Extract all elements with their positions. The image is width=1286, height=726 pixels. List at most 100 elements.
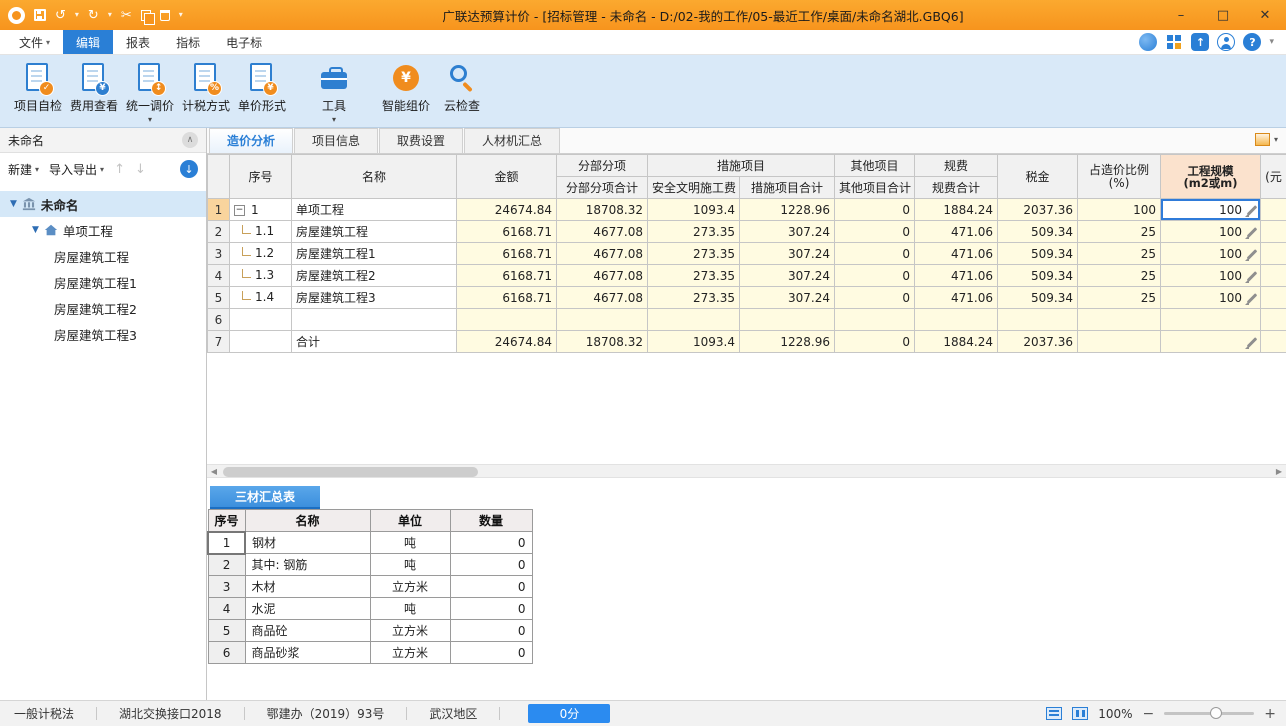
- cut-icon[interactable]: ✂: [121, 9, 132, 22]
- list-view-icon[interactable]: [1046, 707, 1063, 720]
- move-down-icon[interactable]: ↓: [135, 162, 146, 177]
- material-unit-cell[interactable]: 吨: [369, 553, 451, 576]
- tax-cell[interactable]: [997, 308, 1079, 331]
- csxm-total-cell[interactable]: 307.24: [738, 220, 836, 243]
- toolbar-button-unified-price-adjust[interactable]: ↕ 统一调价 ▾: [122, 62, 178, 124]
- fbfx-total-cell[interactable]: 4677.08: [556, 242, 648, 265]
- fbfx-total-cell[interactable]: 4677.08: [556, 220, 648, 243]
- cost-table-row[interactable]: 4 −1.3 房屋建筑工程2 6168.71 4677.08 273.35 30…: [207, 264, 1286, 287]
- seq-cell[interactable]: −: [229, 308, 292, 331]
- expand-all-button[interactable]: ↓: [180, 160, 198, 178]
- zoom-in-icon[interactable]: +: [1264, 706, 1276, 722]
- scale-cell[interactable]: 100: [1160, 198, 1262, 221]
- edit-pencil-icon[interactable]: [1245, 337, 1257, 349]
- tree-node[interactable]: 房屋建筑工程1: [0, 269, 206, 295]
- move-up-icon[interactable]: ↑: [114, 162, 125, 177]
- mat-col-name[interactable]: 名称: [244, 509, 371, 532]
- edit-pencil-icon[interactable]: [1245, 293, 1257, 305]
- scale-cell[interactable]: 100: [1160, 242, 1262, 265]
- maximize-button[interactable]: □: [1202, 0, 1244, 30]
- tax-cell[interactable]: 509.34: [997, 220, 1079, 243]
- csxm-total-cell[interactable]: [738, 308, 836, 331]
- row-number-cell[interactable]: 5: [207, 286, 230, 309]
- material-name-cell[interactable]: 水泥: [244, 597, 371, 620]
- new-button[interactable]: 新建 ▾: [8, 161, 39, 178]
- row-number-cell[interactable]: 6: [207, 308, 230, 331]
- tree-node[interactable]: 房屋建筑工程: [0, 243, 206, 269]
- material-qty-cell[interactable]: 0: [449, 597, 533, 620]
- cost-table-row[interactable]: 7 − 合计 24674.84 18708.32 1093.4 1228.96 …: [207, 330, 1286, 353]
- view-settings-caret-icon[interactable]: ▾: [1274, 135, 1278, 144]
- gf-total-cell[interactable]: 471.06: [914, 286, 999, 309]
- material-row-number[interactable]: 5: [207, 619, 246, 642]
- col-header-fbfx-total[interactable]: 分部分项合计: [556, 176, 648, 199]
- seq-cell[interactable]: −1.1: [229, 220, 292, 243]
- csxm-total-cell[interactable]: 307.24: [738, 264, 836, 287]
- col-header-scale[interactable]: 工程规模 (m2或m): [1160, 154, 1262, 199]
- qtxm-total-cell[interactable]: 0: [834, 220, 916, 243]
- gf-total-cell[interactable]: 471.06: [914, 264, 999, 287]
- material-name-cell[interactable]: 木材: [244, 575, 371, 598]
- seq-cell[interactable]: −1.3: [229, 264, 292, 287]
- ratio-cell[interactable]: [1077, 308, 1162, 331]
- toolbar-button-cost-view[interactable]: ¥ 费用查看: [66, 62, 122, 114]
- scale-cell[interactable]: [1160, 330, 1262, 353]
- toolbar-button-tools[interactable]: 工具 ▾: [306, 62, 362, 124]
- col-header-amount[interactable]: 金额: [456, 154, 557, 199]
- material-row-number[interactable]: 3: [207, 575, 246, 598]
- aqwm-fee-cell[interactable]: 273.35: [647, 242, 740, 265]
- aqwm-fee-cell[interactable]: 273.35: [647, 264, 740, 287]
- seq-cell[interactable]: −1.2: [229, 242, 292, 265]
- col-group-gf[interactable]: 规费: [914, 154, 999, 177]
- zoom-slider[interactable]: [1164, 707, 1255, 719]
- amount-cell[interactable]: 6168.71: [456, 242, 557, 265]
- save-icon[interactable]: [34, 9, 46, 21]
- material-row[interactable]: 5 商品砼 立方米 0: [207, 619, 533, 642]
- qtxm-total-cell[interactable]: 0: [834, 198, 916, 221]
- undo-dropdown-icon[interactable]: ▾: [75, 11, 79, 19]
- split-view-icon[interactable]: [1072, 707, 1089, 720]
- csxm-total-cell[interactable]: 307.24: [738, 286, 836, 309]
- tab-labor-material-summary[interactable]: 人材机汇总: [464, 128, 561, 153]
- expand-arrow-icon[interactable]: ▼: [32, 225, 39, 235]
- undo-icon[interactable]: ↺: [55, 9, 66, 22]
- scrollbar-thumb[interactable]: [223, 466, 478, 477]
- tab-cost-analysis[interactable]: 造价分析: [209, 128, 294, 153]
- material-qty-cell[interactable]: 0: [449, 641, 533, 664]
- view-settings-icon[interactable]: [1254, 133, 1270, 146]
- aqwm-fee-cell[interactable]: 273.35: [647, 220, 740, 243]
- qtxm-total-cell[interactable]: 0: [834, 286, 916, 309]
- col-group-csxm[interactable]: 措施项目: [646, 154, 836, 177]
- qtxm-total-cell[interactable]: 0: [834, 330, 916, 353]
- material-unit-cell[interactable]: 吨: [369, 597, 451, 620]
- row-number-cell[interactable]: 3: [207, 242, 230, 265]
- col-header-name[interactable]: 名称: [291, 154, 457, 199]
- tax-cell[interactable]: 509.34: [997, 242, 1079, 265]
- amount-cell[interactable]: 24674.84: [456, 330, 557, 353]
- amount-cell[interactable]: [456, 308, 557, 331]
- col-header-csxm-total[interactable]: 措施项目合计: [738, 176, 836, 199]
- edit-pencil-icon[interactable]: [1245, 249, 1257, 261]
- name-cell[interactable]: 房屋建筑工程1: [291, 242, 457, 265]
- name-cell[interactable]: 单项工程: [291, 198, 457, 221]
- help-icon[interactable]: ?: [1243, 33, 1262, 51]
- redo-icon[interactable]: ↻: [88, 9, 99, 22]
- menu-item-file[interactable]: 文件 ▾: [6, 30, 63, 54]
- gf-total-cell[interactable]: 471.06: [914, 220, 999, 243]
- material-row[interactable]: 6 商品砂浆 立方米 0: [207, 641, 533, 664]
- quickbar-dropdown-icon[interactable]: ▾: [179, 11, 183, 19]
- fbfx-total-cell[interactable]: 18708.32: [556, 330, 648, 353]
- cost-table-row[interactable]: 2 −1.1 房屋建筑工程 6168.71 4677.08 273.35 307…: [207, 220, 1286, 243]
- col-header-tax[interactable]: 税金: [997, 154, 1079, 199]
- cost-table-row[interactable]: 6 −: [207, 308, 1286, 331]
- material-row-number[interactable]: 6: [207, 641, 246, 664]
- name-cell[interactable]: 房屋建筑工程2: [291, 264, 457, 287]
- material-row-number[interactable]: 2: [207, 553, 246, 576]
- toolbar-button-cloud-check[interactable]: 云检查: [434, 62, 490, 114]
- menu-item-report[interactable]: 报表: [113, 30, 163, 54]
- col-header-aqwm-fee[interactable]: 安全文明施工费: [647, 176, 740, 199]
- seq-cell[interactable]: −1: [229, 198, 292, 221]
- col-header-qtxm-total[interactable]: 其他项目合计: [834, 176, 916, 199]
- tab-project-info[interactable]: 项目信息: [294, 128, 379, 153]
- apps-grid-icon[interactable]: [1165, 33, 1183, 51]
